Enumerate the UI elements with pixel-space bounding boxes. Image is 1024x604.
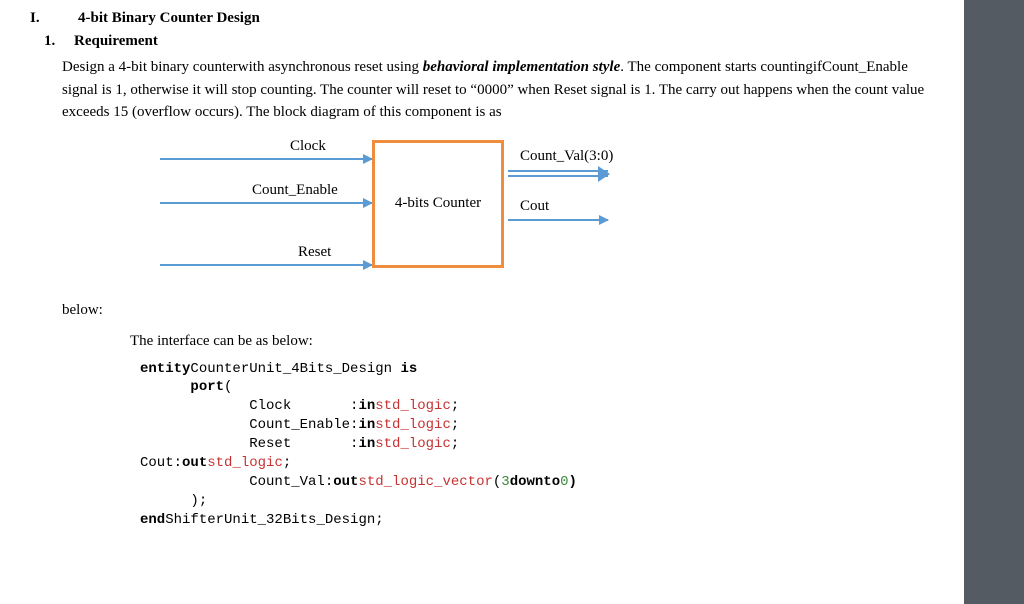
below-label: below: [62,300,934,321]
section-title: 4-bit Binary Counter Design [78,8,260,29]
para-emphasis: behavioral implementation style [423,59,621,75]
arrow-cout [508,219,608,221]
label-count-enable: Count_Enable [252,180,338,201]
label-clock: Clock [290,136,326,157]
document-page: I. 4-bit Binary Counter Design 1. Requir… [0,0,964,604]
label-reset: Reset [298,242,331,263]
interface-intro: The interface can be as below: [130,331,934,352]
subsection-number: 1. [44,31,74,52]
viewer-sidebar [964,0,1024,604]
para-text-a: Design a 4-bit binary counterwith asynch… [62,59,423,75]
section-heading: I. 4-bit Binary Counter Design [30,8,934,29]
section-number: I. [30,8,60,29]
arrow-reset [160,264,372,266]
arrow-count-enable [160,202,372,204]
label-cout: Cout [520,196,549,217]
subsection-title: Requirement [74,31,158,52]
block-label: 4-bits Counter [395,193,481,214]
block-diagram: Clock Count_Enable Reset 4-bits Counter … [150,134,934,294]
counter-block: 4-bits Counter [372,140,504,268]
label-count-val: Count_Val(3:0) [520,146,613,167]
vhdl-code-block: entityCounterUnit_4Bits_Design is port( … [140,360,934,530]
requirement-paragraph: Design a 4-bit binary counterwith asynch… [62,56,934,124]
arrow-clock [160,158,372,160]
subsection-heading: 1. Requirement [44,31,934,52]
